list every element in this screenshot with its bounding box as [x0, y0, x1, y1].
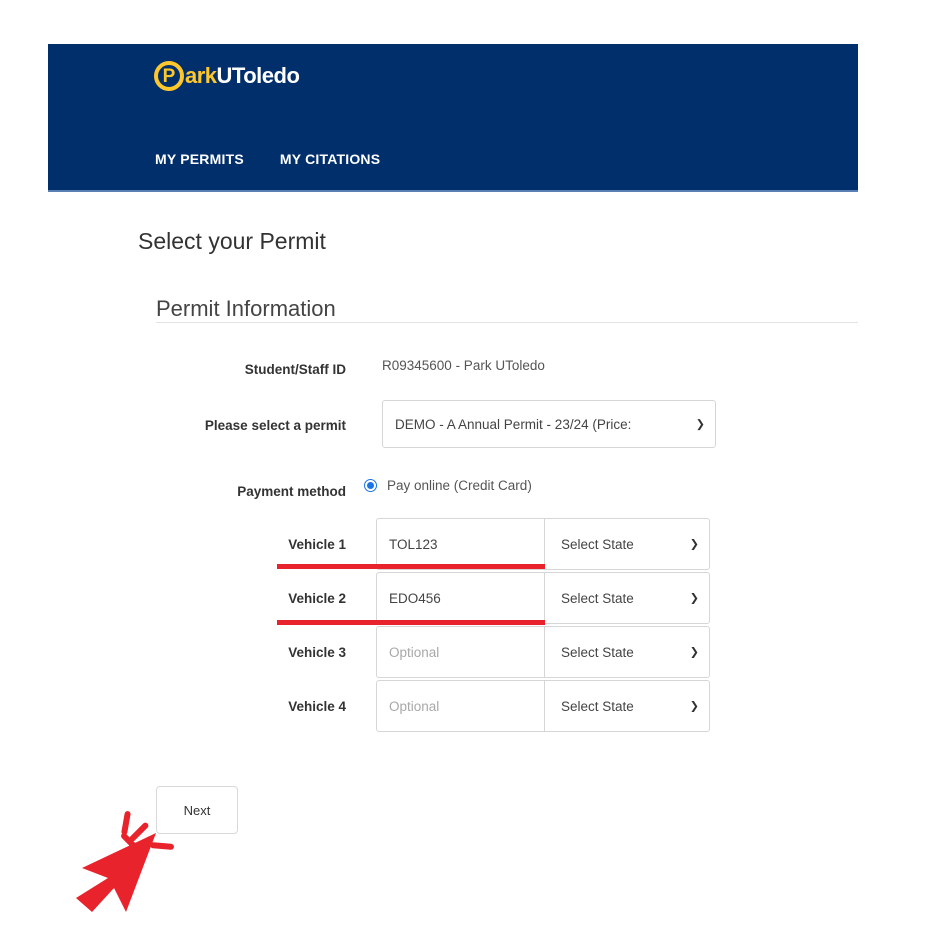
vehicle-row-3: Vehicle 3 Optional Select State ❯ — [0, 626, 937, 678]
chevron-down-icon: ❯ — [689, 700, 699, 713]
vehicle-2-label: Vehicle 2 — [288, 591, 346, 606]
vehicle-row-4: Vehicle 4 Optional Select State ❯ — [0, 680, 937, 732]
permit-select[interactable]: DEMO - A Annual Permit - 23/24 (Price: ❯ — [382, 400, 716, 448]
vehicle-3-state-select[interactable]: Select State ❯ — [544, 626, 710, 678]
payment-method-label: Payment method — [237, 484, 346, 499]
vehicle-row-1: Vehicle 1 TOL123 Select State ❯ — [0, 518, 937, 570]
chevron-down-icon: ❯ — [695, 418, 705, 431]
main-nav: MY PERMITS MY CITATIONS — [155, 151, 380, 167]
student-id-label: Student/Staff ID — [244, 362, 346, 377]
pay-online-radio[interactable] — [364, 479, 377, 492]
vehicle-1-state-select[interactable]: Select State ❯ — [544, 518, 710, 570]
section-divider — [156, 322, 858, 323]
vehicle-1-state-value: Select State — [561, 536, 634, 552]
vehicle-4-state-value: Select State — [561, 698, 634, 714]
vehicle-4-state-select[interactable]: Select State ❯ — [544, 680, 710, 732]
park-utoledo-logo[interactable]: P ark UToledo — [154, 58, 300, 94]
vehicle-3-state-value: Select State — [561, 644, 634, 660]
red-underline-vehicle-1 — [277, 564, 545, 569]
logo-text-utoledo: UToledo — [216, 63, 300, 88]
click-pointer-icon — [76, 811, 174, 912]
logo-text-park: ark — [185, 63, 217, 88]
permit-select-label: Please select a permit — [204, 418, 346, 433]
pay-online-label[interactable]: Pay online (Credit Card) — [387, 478, 532, 493]
permit-select-value: DEMO - A Annual Permit - 23/24 (Price: — [395, 416, 632, 432]
vehicle-4-plate-input[interactable]: Optional — [376, 680, 544, 732]
chevron-down-icon: ❯ — [689, 592, 699, 605]
chevron-down-icon: ❯ — [689, 538, 699, 551]
chevron-down-icon: ❯ — [689, 646, 699, 659]
logo-p-icon: P — [154, 61, 184, 91]
nav-my-permits[interactable]: MY PERMITS — [155, 151, 244, 167]
nav-my-citations[interactable]: MY CITATIONS — [280, 151, 380, 167]
vehicle-2-plate-input[interactable]: EDO456 — [376, 572, 544, 624]
vehicle-2-state-value: Select State — [561, 590, 634, 606]
red-underline-vehicle-2 — [277, 620, 545, 625]
vehicle-1-label: Vehicle 1 — [288, 537, 346, 552]
site-header: P ark UToledo MY PERMITS MY CITATIONS — [48, 44, 858, 192]
vehicle-1-plate-input[interactable]: TOL123 — [376, 518, 544, 570]
vehicle-row-2: Vehicle 2 EDO456 Select State ❯ — [0, 572, 937, 624]
vehicle-3-label: Vehicle 3 — [288, 645, 346, 660]
vehicle-2-state-select[interactable]: Select State ❯ — [544, 572, 710, 624]
vehicle-4-label: Vehicle 4 — [288, 699, 346, 714]
vehicle-3-plate-input[interactable]: Optional — [376, 626, 544, 678]
section-title: Permit Information — [156, 296, 336, 321]
page-title: Select your Permit — [138, 228, 326, 254]
student-id-value: R09345600 - Park UToledo — [382, 358, 545, 373]
